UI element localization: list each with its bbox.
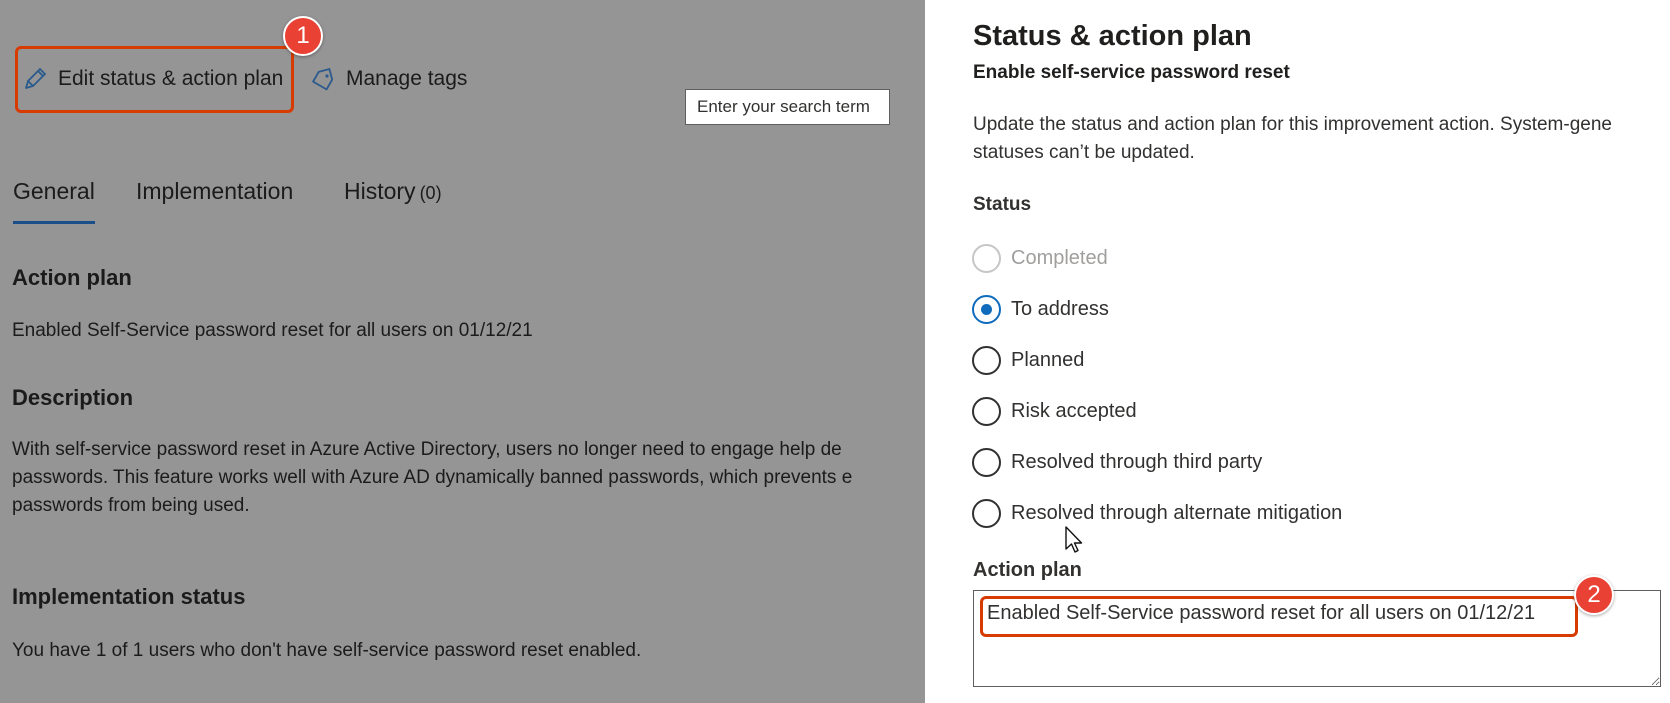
callout-badge-1: 1: [283, 16, 323, 56]
action-plan-field-label: Action plan: [973, 559, 1082, 581]
radio-resolved-third-party[interactable]: Resolved through third party: [972, 448, 1262, 477]
description-line: passwords. This feature works well with …: [12, 467, 853, 488]
radio-planned[interactable]: Planned: [972, 346, 1084, 375]
radio-label: Planned: [1011, 349, 1085, 371]
description-line: passwords from being used.: [12, 495, 250, 516]
radio-to-address[interactable]: To address: [972, 295, 1109, 324]
background-page: Edit status & action plan Manage tags 1 …: [0, 0, 925, 703]
action-plan-text: Enabled Self-Service password reset for …: [12, 320, 533, 341]
radio-label: Risk accepted: [1011, 400, 1137, 422]
panel-title: Status & action plan: [973, 20, 1252, 52]
radio-circle: [972, 295, 1001, 324]
action-plan-heading: Action plan: [12, 265, 132, 290]
panel-description-line: statuses can’t be updated.: [973, 142, 1195, 163]
panel-description-line: Update the status and action plan for th…: [973, 114, 1612, 135]
callout-badge-2: 2: [1574, 575, 1614, 615]
radio-completed: Completed: [972, 244, 1108, 273]
status-action-plan-panel: Status & action plan Enable self-service…: [925, 0, 1670, 703]
description-text: With self-service password reset in Azur…: [12, 436, 852, 520]
tab-history-label: History: [344, 178, 416, 204]
tab-history-count: (0): [419, 183, 442, 203]
tag-icon: [312, 68, 334, 91]
manage-tags-button[interactable]: Manage tags: [310, 66, 467, 92]
description-line: With self-service password reset in Azur…: [12, 439, 842, 460]
status-label: Status: [973, 194, 1032, 215]
radio-label: To address: [1011, 298, 1109, 320]
radio-circle: [972, 499, 1001, 528]
callout-highlight-1: [15, 46, 294, 113]
search-tooltip: Enter your search term: [685, 89, 890, 125]
radio-resolved-alternate-mitigation[interactable]: Resolved through alternate mitigation: [972, 499, 1342, 528]
callout-highlight-2: [980, 596, 1578, 637]
radio-circle: [972, 244, 1001, 273]
tab-general[interactable]: General: [13, 178, 95, 224]
panel-subtitle: Enable self-service password reset: [973, 62, 1290, 83]
radio-circle: [972, 448, 1001, 477]
manage-tags-label: Manage tags: [346, 67, 468, 90]
radio-label: Resolved through third party: [1011, 451, 1263, 473]
tab-implementation[interactable]: Implementation: [136, 178, 293, 205]
radio-circle: [972, 346, 1001, 375]
implementation-status-text: You have 1 of 1 users who don't have sel…: [12, 640, 642, 661]
description-heading: Description: [12, 385, 134, 410]
radio-label: Completed: [1011, 247, 1108, 269]
radio-label: Resolved through alternate mitigation: [1011, 502, 1343, 524]
tab-implementation-label: Implementation: [136, 178, 294, 204]
implementation-status-heading: Implementation status: [12, 584, 246, 609]
radio-circle: [972, 397, 1001, 426]
tab-general-label: General: [13, 178, 95, 204]
tab-history[interactable]: History (0): [344, 178, 442, 205]
panel-description: Update the status and action plan for th…: [973, 111, 1612, 167]
radio-risk-accepted[interactable]: Risk accepted: [972, 397, 1137, 426]
mouse-cursor-icon: [1065, 526, 1083, 553]
